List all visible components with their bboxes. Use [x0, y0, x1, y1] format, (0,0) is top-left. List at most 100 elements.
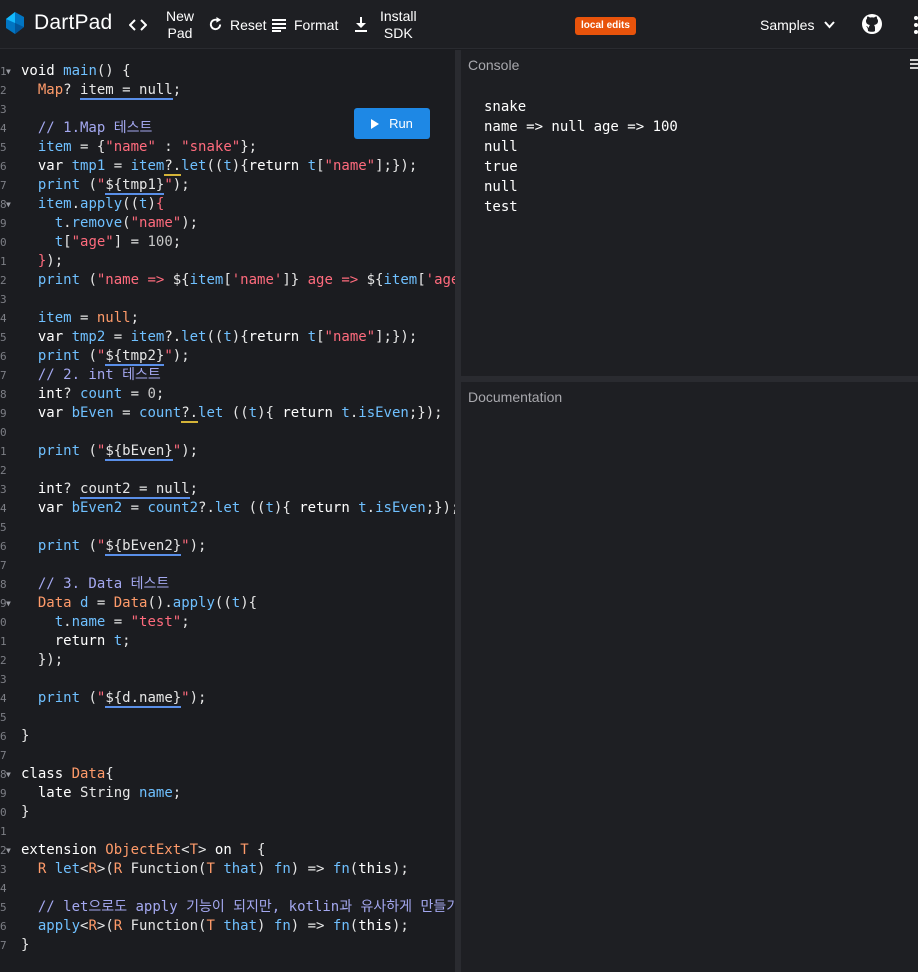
code-line[interactable]: }: [21, 803, 455, 822]
code-token: {: [265, 405, 283, 421]
dartpad-logo[interactable]: DartPad: [4, 11, 112, 35]
fold-arrow-icon[interactable]: ▼: [6, 841, 11, 860]
code-token: ${: [366, 272, 384, 288]
code-line[interactable]: // 2. int 테스트: [21, 366, 455, 385]
samples-dropdown[interactable]: Samples: [760, 0, 836, 49]
code-token: ;: [172, 234, 182, 250]
code-token: ": [181, 538, 190, 554]
code-line[interactable]: [21, 670, 455, 689]
code-token: ]}: [282, 272, 300, 288]
code-line[interactable]: t.name = "test";: [21, 613, 455, 632]
code-token: ${d.name}: [105, 690, 182, 708]
code-line[interactable]: item = {"name" : "snake"};: [21, 138, 455, 157]
code-line[interactable]: [21, 461, 455, 480]
code-line[interactable]: int? count2 = null;: [21, 480, 455, 499]
code-line[interactable]: return t;: [21, 632, 455, 651]
code-line[interactable]: item.apply((t){: [21, 195, 455, 214]
fold-arrow-icon[interactable]: ▼: [6, 195, 11, 214]
line-number: 3: [0, 860, 14, 879]
code-token: "name": [130, 215, 182, 231]
code-token: t: [21, 215, 64, 231]
code-line[interactable]: print ("${tmp1}");: [21, 176, 455, 195]
code-line[interactable]: apply<R>(R Function(T that) fn) => fn(th…: [21, 917, 455, 936]
code-line[interactable]: [21, 290, 455, 309]
code-line[interactable]: print ("name => ${item['name']} age => $…: [21, 271, 455, 290]
code-line[interactable]: // let으로도 apply 기능이 되지만, kotlin과 유사하게 만들…: [21, 898, 455, 917]
code-line[interactable]: var bEven2 = count2?.let ((t){ return t.…: [21, 499, 455, 518]
install-sdk-button[interactable]: Install SDK: [352, 0, 417, 49]
code-token: (: [80, 443, 97, 459]
code-line[interactable]: t.remove("name");: [21, 214, 455, 233]
code-token: ;: [122, 633, 131, 649]
code-line[interactable]: }: [21, 936, 455, 955]
code-editor[interactable]: 1 ▼ 2 3 4 5 6 7 8 ▼ 9 0 1 2 3 4 5 6 7 8 9 0 1 2 3 4 5 6 7 8 9 ▼ 0 1 2 3 4 5 6 7…: [0, 50, 455, 972]
code-line[interactable]: R let<R>(R Function(T that) fn) => fn(th…: [21, 860, 455, 879]
code-token: t: [307, 158, 317, 174]
code-line[interactable]: var tmp2 = item?.let((t){return t["name"…: [21, 328, 455, 347]
code-token: ;});: [425, 500, 455, 516]
code-line[interactable]: late String name;: [21, 784, 455, 803]
code-token: {: [240, 329, 249, 345]
code-token: Map: [21, 82, 64, 98]
code-token: Function(: [130, 918, 207, 934]
code-line[interactable]: t["age"] = 100;: [21, 233, 455, 252]
code-line[interactable]: [21, 556, 455, 575]
code-line[interactable]: print ("${tmp2}");: [21, 347, 455, 366]
format-button[interactable]: Format: [270, 0, 338, 49]
code-token: isEven: [375, 500, 426, 516]
code-token: ): [147, 196, 156, 212]
code-token: }: [21, 253, 47, 269]
code-line[interactable]: Map? item = null;: [21, 81, 455, 100]
line-number: 9: [0, 784, 14, 803]
code-token: bEven: [71, 405, 114, 421]
code-line[interactable]: [21, 423, 455, 442]
line-number-text: 6: [0, 730, 7, 743]
code-line[interactable]: [21, 518, 455, 537]
code-line[interactable]: extension ObjectExt<T> on T {: [21, 841, 455, 860]
code-token: that: [223, 918, 258, 934]
code-line[interactable]: });: [21, 252, 455, 271]
code-line[interactable]: [21, 822, 455, 841]
code-token: Data: [113, 595, 148, 611]
code-token: () {: [96, 63, 131, 79]
code-line[interactable]: }: [21, 727, 455, 746]
github-icon[interactable]: [861, 13, 883, 35]
line-number-text: 2: [0, 464, 7, 477]
line-number: 9 ▼: [0, 594, 14, 613]
code-token: t: [223, 329, 232, 345]
code-token: bEven2: [71, 500, 123, 516]
code-line[interactable]: var bEven = count?.let ((t){ return t.is…: [21, 404, 455, 423]
code-line[interactable]: Data d = Data().apply((t){: [21, 594, 455, 613]
code-line[interactable]: print ("${bEven2}");: [21, 537, 455, 556]
app-title: DartPad: [34, 11, 113, 34]
code-content[interactable]: void main() { Map? item = null; // 1.Map…: [21, 62, 455, 955]
code-line[interactable]: var tmp1 = item?.let((t){return t["name"…: [21, 157, 455, 176]
code-token: (: [349, 861, 359, 877]
code-token: (: [80, 177, 97, 193]
more-menu-icon[interactable]: [906, 14, 918, 36]
fold-arrow-icon[interactable]: ▼: [6, 62, 11, 81]
code-token: apply: [21, 918, 81, 934]
line-number: 4: [0, 119, 14, 138]
code-line[interactable]: // 3. Data 테스트: [21, 575, 455, 594]
reset-button[interactable]: Reset: [206, 0, 267, 49]
fold-arrow-icon[interactable]: ▼: [6, 765, 11, 784]
code-line[interactable]: class Data{: [21, 765, 455, 784]
run-button[interactable]: Run: [354, 108, 430, 139]
new-pad-button[interactable]: New Pad: [128, 0, 194, 49]
code-token: on: [214, 842, 241, 858]
code-line[interactable]: void main() {: [21, 62, 455, 81]
code-line[interactable]: print ("${bEven}");: [21, 442, 455, 461]
code-token: let: [54, 861, 81, 877]
code-token: {: [240, 158, 249, 174]
code-line[interactable]: [21, 746, 455, 765]
code-line[interactable]: print ("${d.name}");: [21, 689, 455, 708]
code-line[interactable]: [21, 879, 455, 898]
code-line[interactable]: [21, 708, 455, 727]
fold-arrow-icon[interactable]: ▼: [6, 594, 11, 613]
code-line[interactable]: });: [21, 651, 455, 670]
code-line[interactable]: int? count = 0;: [21, 385, 455, 404]
code-line[interactable]: item = null;: [21, 309, 455, 328]
console-menu-icon[interactable]: [910, 58, 918, 70]
code-token: =: [105, 614, 131, 630]
